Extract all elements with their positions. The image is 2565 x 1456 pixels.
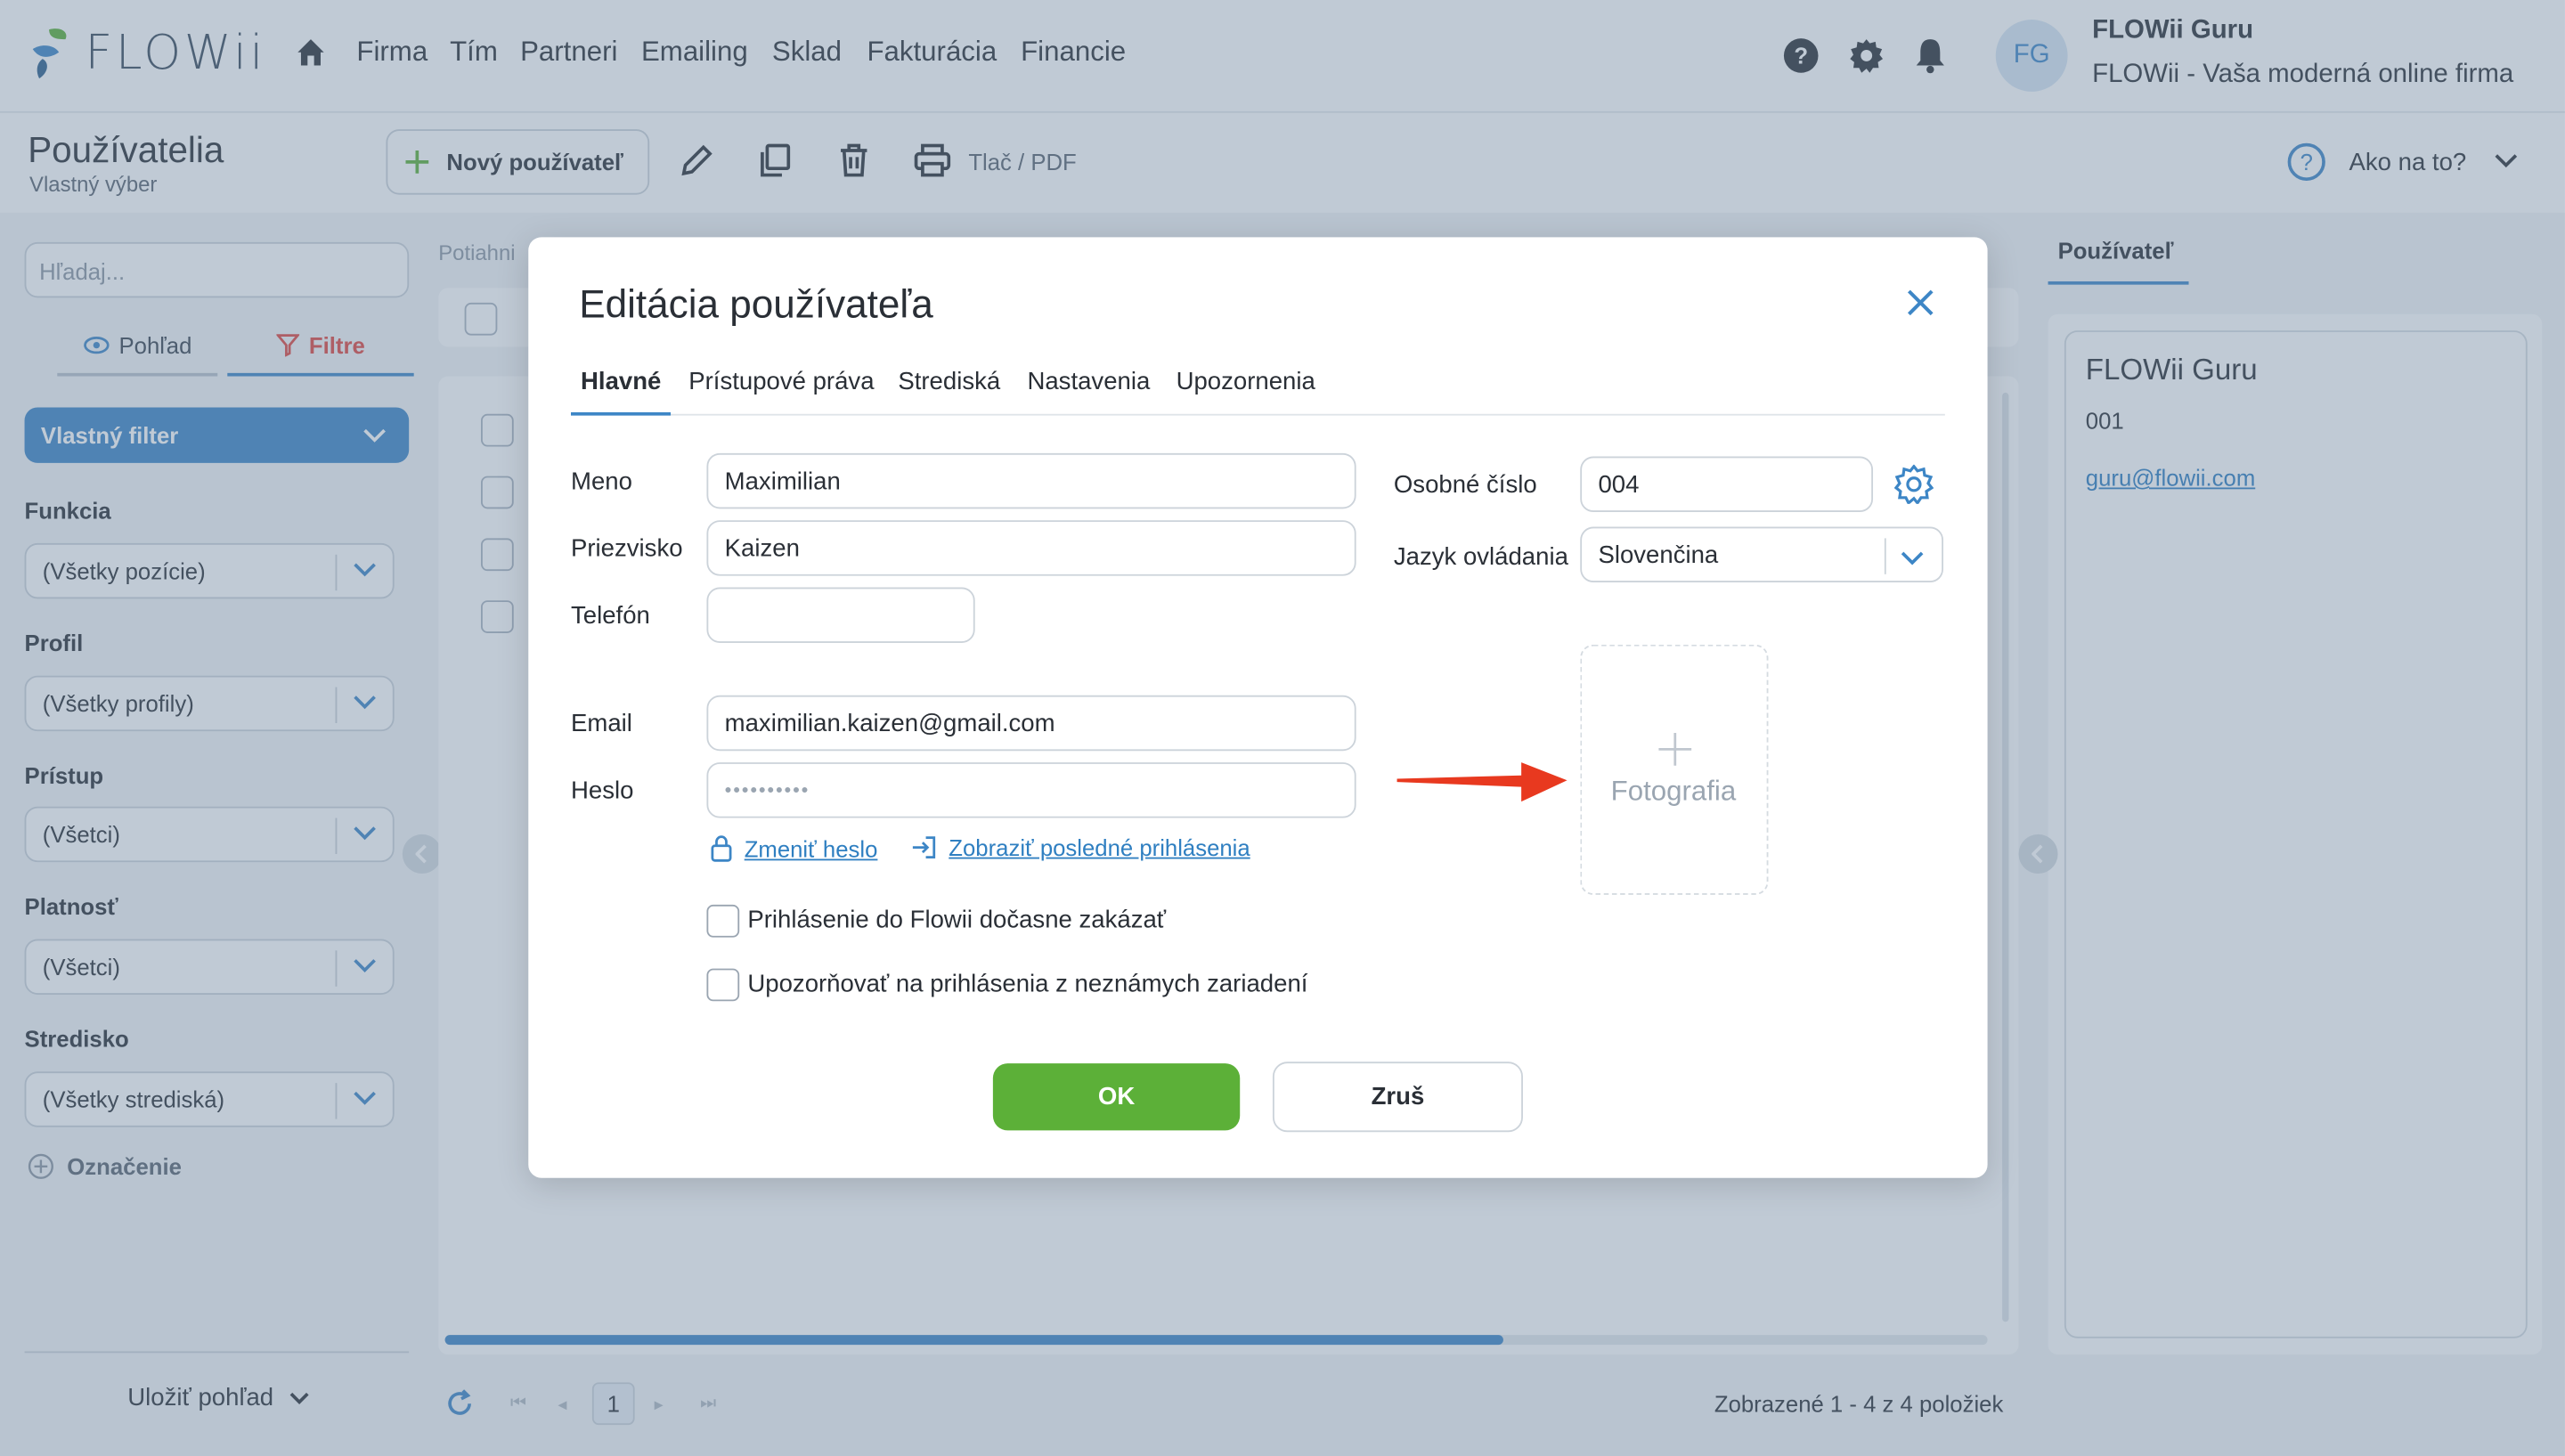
language-label: Jazyk ovládania xyxy=(1393,542,1568,572)
disable-login-label: Prihlásenie do Flowii dočasne zakázať xyxy=(747,906,1167,934)
password-label: Heslo xyxy=(571,777,634,805)
phone-input[interactable] xyxy=(706,587,975,643)
photo-label: Fotografia xyxy=(1610,775,1737,807)
personal-number-input[interactable]: 004 xyxy=(1580,456,1874,513)
show-last-logins-label: Zobraziť posledné prihlásenia xyxy=(949,834,1250,861)
close-icon[interactable] xyxy=(1906,288,1935,317)
language-select[interactable]: Slovenčina xyxy=(1580,526,1943,583)
login-icon xyxy=(912,836,936,859)
tab-notifications[interactable]: Upozornenia xyxy=(1177,368,1315,395)
gear-icon[interactable] xyxy=(1893,464,1934,504)
active-tab-indicator xyxy=(571,411,672,416)
red-arrow-icon xyxy=(1394,749,1574,811)
email-label: Email xyxy=(571,710,632,738)
first-name-input[interactable]: Maximilian xyxy=(706,452,1356,509)
last-name-input[interactable]: Kaizen xyxy=(706,520,1356,576)
language-value: Slovenčina xyxy=(1598,541,1719,569)
plus-icon xyxy=(1658,733,1692,766)
change-password-link[interactable]: Zmeniť heslo xyxy=(710,834,877,862)
last-name-label: Priezvisko xyxy=(571,534,683,563)
tabs-divider xyxy=(571,413,1945,416)
tab-access-rights[interactable]: Prístupové práva xyxy=(688,368,874,395)
personal-number-label: Osobné číslo xyxy=(1393,471,1537,500)
email-input[interactable]: maximilian.kaizen@gmail.com xyxy=(706,695,1356,752)
tab-settings[interactable]: Nastavenia xyxy=(1027,368,1150,395)
first-name-label: Meno xyxy=(571,468,632,496)
ok-button[interactable]: OK xyxy=(992,1063,1241,1131)
photo-upload-area[interactable]: Fotografia xyxy=(1580,644,1769,895)
edit-user-dialog: Editácia používateľa Hlavné Prístupové p… xyxy=(528,237,1988,1178)
disable-login-checkbox[interactable] xyxy=(706,904,740,938)
phone-label: Telefón xyxy=(571,602,650,630)
show-last-logins-link[interactable]: Zobraziť posledné prihlásenia xyxy=(911,834,1250,860)
tab-centers[interactable]: Strediská xyxy=(898,368,1000,395)
lock-icon xyxy=(711,835,732,862)
notify-unknown-devices-checkbox[interactable] xyxy=(706,968,740,1002)
dialog-title: Editácia používateľa xyxy=(579,282,933,328)
tab-main[interactable]: Hlavné xyxy=(581,368,661,395)
cancel-button[interactable]: Zruš xyxy=(1272,1061,1523,1133)
select-separator xyxy=(1884,538,1886,574)
notify-unknown-devices-label: Upozorňovať na prihlásenia z neznámych z… xyxy=(747,970,1308,998)
chevron-down-icon xyxy=(1901,551,1924,565)
change-password-label: Zmeniť heslo xyxy=(744,834,878,862)
password-input[interactable]: •••••••••• xyxy=(706,762,1356,818)
